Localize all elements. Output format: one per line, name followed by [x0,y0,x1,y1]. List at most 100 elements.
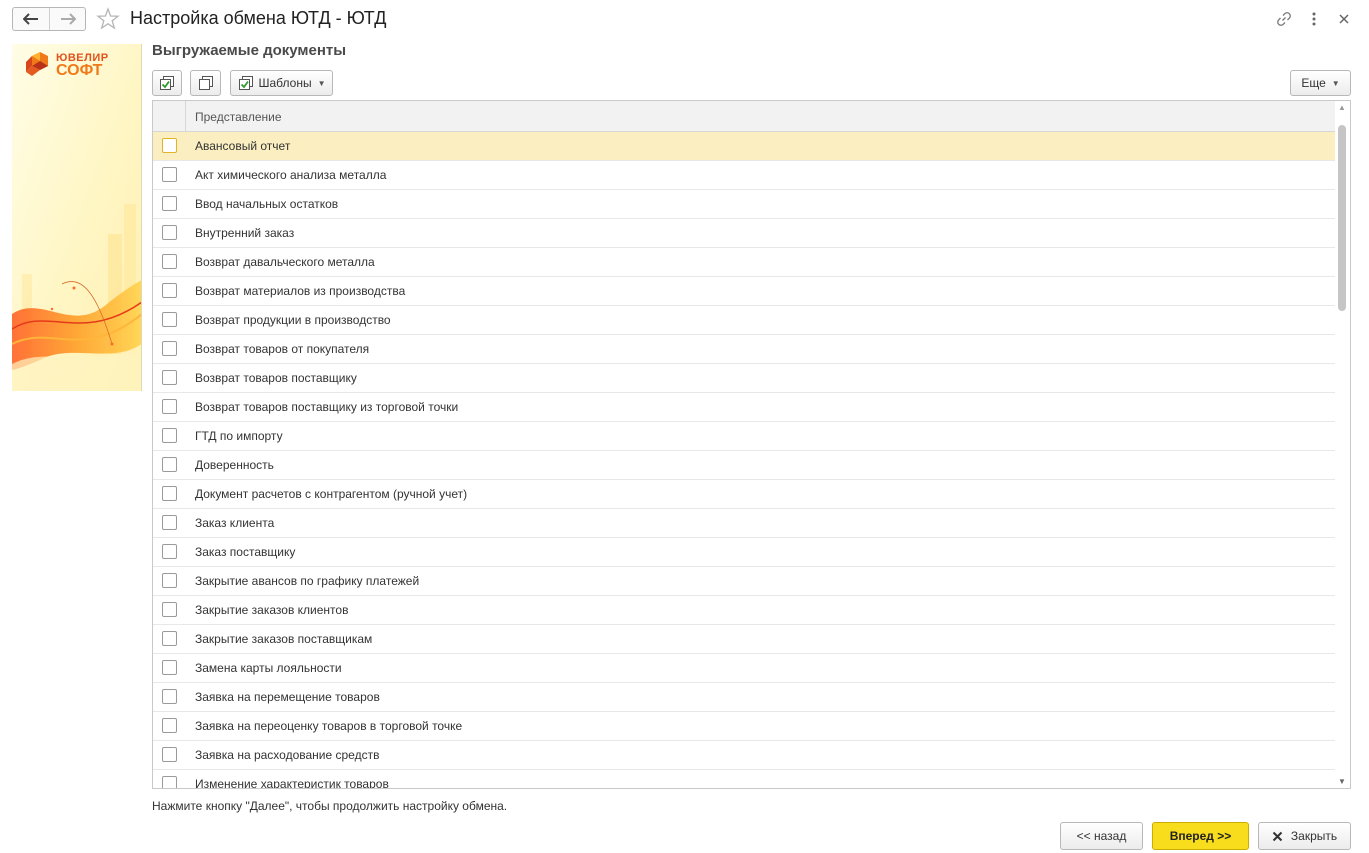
next-step-button[interactable]: Вперед >> [1152,822,1249,850]
table-row[interactable]: Внутренний заказ [153,219,1336,248]
forward-button[interactable] [49,8,85,30]
row-label: Заказ клиента [195,516,275,530]
row-label: Закрытие заказов поставщикам [195,632,373,646]
scroll-down-icon[interactable]: ▼ [1338,777,1346,786]
row-label: Возврат товаров от покупателя [195,342,370,356]
row-label: Авансовый отчет [195,139,291,153]
row-label: Закрытие заказов клиентов [195,603,349,617]
table-row[interactable]: Ввод начальных остатков [153,190,1336,219]
row-label: Заявка на перемещение товаров [195,690,380,704]
table-row[interactable]: Замена карты лояльности [153,654,1336,683]
row-checkbox[interactable] [162,196,177,211]
row-label: Возврат давальческого металла [195,255,375,269]
row-checkbox[interactable] [162,225,177,240]
vertical-scrollbar[interactable]: ▲ ▼ [1335,101,1350,788]
row-checkbox[interactable] [162,341,177,356]
row-checkbox[interactable] [162,167,177,182]
row-checkbox[interactable] [162,254,177,269]
check-all-icon [160,76,174,90]
scroll-up-icon[interactable]: ▲ [1338,103,1346,112]
table-row[interactable]: ГТД по импорту [153,422,1336,451]
window-title: Настройка обмена ЮТД - ЮТД [130,8,387,28]
title-bar: Настройка обмена ЮТД - ЮТД [0,0,1369,38]
row-checkbox[interactable] [162,660,177,675]
table-row[interactable]: Закрытие заказов поставщикам [153,625,1336,654]
row-label: Акт химического анализа металла [195,168,387,182]
row-checkbox[interactable] [162,631,177,646]
table-row[interactable]: Заявка на перемещение товаров [153,683,1336,712]
row-checkbox[interactable] [162,399,177,414]
row-label: Возврат продукции в производство [195,313,391,327]
column-header-representation[interactable]: Представление [195,110,282,124]
link-icon[interactable] [1274,9,1294,29]
row-checkbox[interactable] [162,747,177,762]
favorite-star-icon[interactable] [96,7,120,31]
table-row[interactable]: Возврат продукции в производство [153,306,1336,335]
close-label: Закрыть [1290,829,1338,843]
close-window-icon[interactable] [1334,9,1354,29]
row-checkbox[interactable] [162,602,177,617]
uncheck-all-button[interactable] [190,70,221,96]
close-icon [1272,831,1283,841]
row-checkbox[interactable] [162,457,177,472]
row-label: Возврат товаров поставщику [195,371,357,385]
header-checkbox-column [153,101,186,132]
documents-table[interactable]: Представление Авансовый отчет Акт химичес… [152,100,1351,789]
row-checkbox[interactable] [162,776,177,788]
hint-text: Нажмите кнопку "Далее", чтобы продолжить… [152,799,508,813]
row-checkbox[interactable] [162,370,177,385]
row-label: Возврат материалов из производства [195,284,406,298]
row-checkbox[interactable] [162,428,177,443]
table-rows: Авансовый отчет Акт химического анализа м… [153,132,1336,789]
table-header: Представление [153,101,1336,132]
table-row[interactable]: Возврат товаров поставщику из торговой т… [153,393,1336,422]
row-checkbox[interactable] [162,573,177,588]
table-row[interactable]: Заказ поставщику [153,538,1336,567]
table-row[interactable]: Изменение характеристик товаров [153,770,1336,789]
more-vertical-icon[interactable] [1304,9,1324,29]
table-row[interactable]: Закрытие заказов клиентов [153,596,1336,625]
row-checkbox[interactable] [162,312,177,327]
arrow-left-icon [23,13,38,25]
banner-artwork [12,44,141,391]
row-checkbox[interactable] [162,689,177,704]
row-checkbox[interactable] [162,283,177,298]
back-button[interactable] [13,8,49,30]
more-actions-button[interactable]: Еще ▼ [1290,70,1351,96]
templates-dropdown-button[interactable]: Шаблоны ▼ [230,70,333,96]
row-checkbox[interactable] [162,718,177,733]
table-row[interactable]: Документ расчетов с контрагентом (ручной… [153,480,1336,509]
check-all-button[interactable] [152,70,182,96]
table-row[interactable]: Авансовый отчет [153,132,1336,161]
table-row[interactable]: Закрытие авансов по графику платежей [153,567,1336,596]
row-checkbox[interactable] [162,486,177,501]
navigation-buttons [12,7,86,31]
brand-banner: ЮВЕЛИР СОФТ [12,44,142,391]
more-actions-label: Еще [1301,76,1326,90]
next-step-label: Вперед >> [1169,829,1232,843]
close-button[interactable]: Закрыть [1258,822,1351,850]
row-label: Возврат товаров поставщику из торговой т… [195,400,459,414]
table-row[interactable]: Акт химического анализа металла [153,161,1336,190]
table-row[interactable]: Заявка на расходование средств [153,741,1336,770]
table-row[interactable]: Возврат товаров поставщику [153,364,1336,393]
back-step-button[interactable]: << назад [1060,822,1143,850]
row-label: Внутренний заказ [195,226,295,240]
row-label: Изменение характеристик товаров [195,777,389,789]
table-row[interactable]: Доверенность [153,451,1336,480]
scrollbar-thumb[interactable] [1338,125,1346,311]
row-checkbox[interactable] [162,138,177,153]
row-label: Замена карты лояльности [195,661,342,675]
row-checkbox[interactable] [162,515,177,530]
uncheck-all-icon [198,76,213,90]
table-row[interactable]: Заявка на переоценку товаров в торговой … [153,712,1336,741]
table-row[interactable]: Возврат давальческого металла [153,248,1336,277]
back-step-label: << назад [1076,829,1127,843]
row-label: Закрытие авансов по графику платежей [195,574,420,588]
table-row[interactable]: Возврат материалов из производства [153,277,1336,306]
templates-label: Шаблоны [258,76,312,90]
row-label: ГТД по импорту [195,429,283,443]
table-row[interactable]: Заказ клиента [153,509,1336,538]
table-row[interactable]: Возврат товаров от покупателя [153,335,1336,364]
row-checkbox[interactable] [162,544,177,559]
